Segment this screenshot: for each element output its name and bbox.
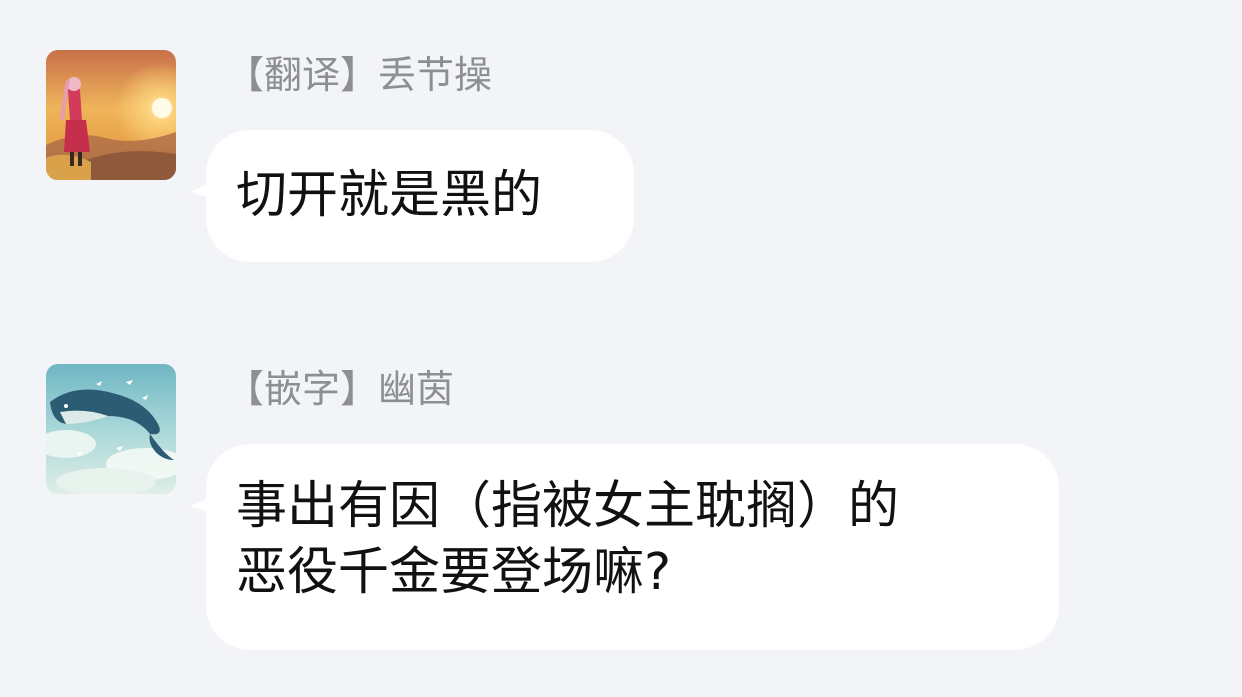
bubble-tail [186,168,226,208]
avatar[interactable] [46,364,176,494]
chat-message: 【嵌字】幽茵 事出有因（指被女主耽搁）的 恶役千金要登场嘛? [0,364,1242,654]
message-bubble[interactable]: 事出有因（指被女主耽搁）的 恶役千金要登场嘛? [190,444,1059,650]
message-text-line: 事出有因（指被女主耽搁）的 [236,477,900,536]
bubble-tail [186,482,226,522]
chat-message: 【翻译】丢节操 切开就是黑的 [0,50,1242,265]
sender-name: 【翻译】丢节操 [226,53,493,97]
message-text: 切开就是黑的 [236,166,543,225]
sky-whale-avatar-icon [46,364,176,494]
sender-name: 【嵌字】幽茵 [226,367,455,411]
avatar[interactable] [46,50,176,180]
message-bubble[interactable]: 切开就是黑的 [190,130,634,262]
message-text-line: 恶役千金要登场嘛? [236,543,672,602]
sunset-girl-avatar-icon [46,50,176,180]
